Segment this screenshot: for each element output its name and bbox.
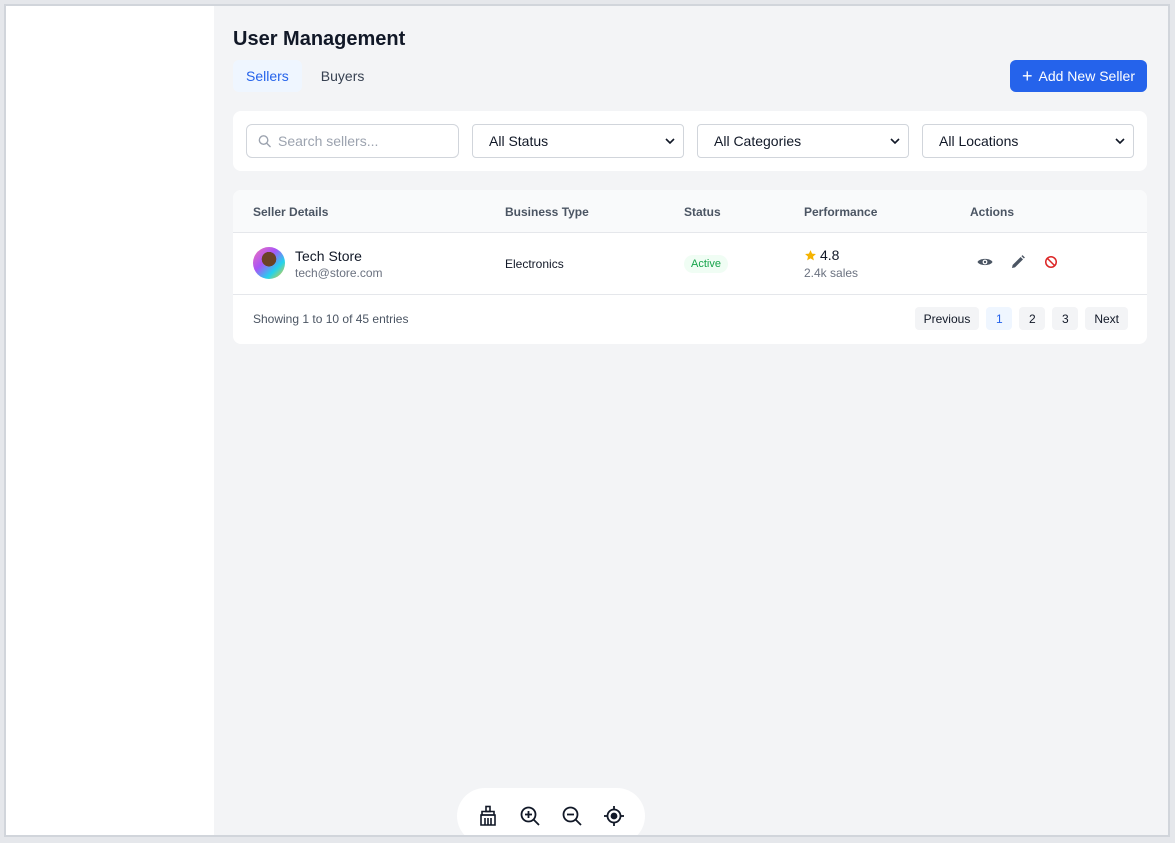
column-header: Performance [804,205,878,219]
tab-sellers[interactable]: Sellers [233,60,302,92]
business-type: Electronics [505,257,564,271]
seller-name: Tech Store [295,248,362,264]
add-new-seller-label: Add New Seller [1038,68,1136,84]
chevron-down-icon [1115,138,1125,145]
rating-value: 4.8 [820,247,840,263]
table-row: Tech Store tech@store.com Electronics Ac… [233,233,1147,295]
floating-toolbar [457,788,645,835]
block-icon[interactable] [1042,253,1060,271]
page-2-button[interactable]: 2 [1019,307,1046,330]
entries-summary: Showing 1 to 10 of 45 entries [253,312,409,326]
chevron-down-icon [665,138,675,145]
locations-select-value: All Locations [939,133,1019,149]
sidebar [6,6,214,835]
add-new-seller-button[interactable]: + Add New Seller [1009,60,1147,92]
broom-icon[interactable] [476,804,500,828]
zoom-in-icon[interactable] [518,804,542,828]
eye-icon[interactable] [976,253,994,271]
column-header: Business Type [505,205,589,219]
table-header: Seller Details Business Type Status Perf… [233,190,1147,233]
pagination: Previous 1 2 3 Next [914,307,1128,330]
tab-bar: Sellers Buyers [233,60,377,92]
chevron-down-icon [890,138,900,145]
avatar [253,247,285,279]
categories-select-value: All Categories [714,133,802,149]
next-page-button[interactable]: Next [1085,307,1128,330]
app-frame: User Management Sellers Buyers + Add New… [4,4,1170,837]
status-select-value: All Status [489,133,549,149]
column-header: Status [684,205,721,219]
rating: 4.8 [804,247,839,263]
column-header: Actions [970,205,1015,219]
categories-select[interactable]: All Categories [697,124,909,158]
zoom-out-icon[interactable] [560,804,584,828]
locations-select[interactable]: All Locations [922,124,1134,158]
plus-icon: + [1021,65,1033,86]
tab-buyers[interactable]: Buyers [308,60,378,92]
edit-icon[interactable] [1009,253,1027,271]
search-icon [258,135,271,148]
sales-count: 2.4k sales [804,266,859,280]
star-icon [805,249,816,260]
status-badge: Active [684,255,728,273]
search-box [246,124,459,158]
column-header: Seller Details [253,205,329,219]
main-content: User Management Sellers Buyers + Add New… [233,6,1147,835]
seller-email: tech@store.com [295,266,383,280]
page-3-button[interactable]: 3 [1052,307,1079,330]
sellers-table: Seller Details Business Type Status Perf… [233,190,1147,344]
page-1-button[interactable]: 1 [986,307,1013,330]
search-input[interactable] [278,133,448,149]
previous-page-button[interactable]: Previous [914,307,980,330]
locate-icon[interactable] [602,804,626,828]
status-select[interactable]: All Status [472,124,684,158]
page-title: User Management [233,28,406,50]
table-footer: Showing 1 to 10 of 45 entries Previous 1… [233,295,1147,343]
filter-bar: All Status All Categories All Locations [233,111,1147,171]
row-actions [976,253,1060,271]
